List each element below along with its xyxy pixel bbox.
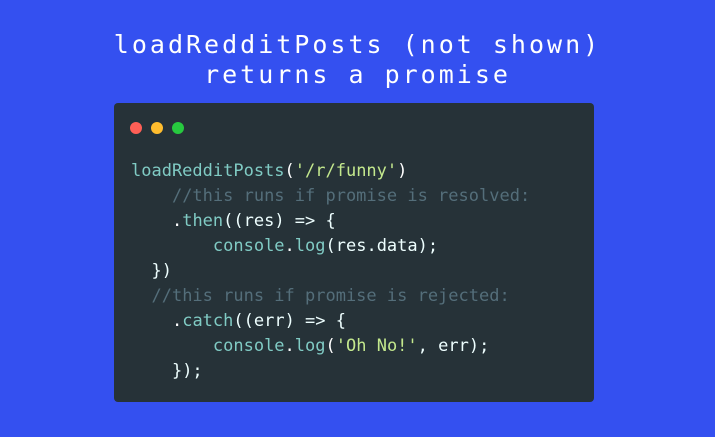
closing-braces: }) [151, 261, 172, 281]
string-literal: '/r/funny' [294, 161, 398, 181]
paren-close: ) [397, 161, 408, 181]
console-object: console [212, 236, 285, 256]
code-line-8: console.log('Oh No!', err); [131, 334, 530, 359]
log-args: (res.data); [325, 236, 439, 256]
function-name: loadRedditPosts [131, 161, 285, 181]
method-log: log [294, 336, 326, 356]
paren-open: ( [284, 161, 295, 181]
closing-braces: }); [171, 361, 203, 381]
minimize-dot-icon[interactable] [151, 122, 163, 134]
code-window: loadRedditPosts('/r/funny') //this runs … [114, 103, 594, 402]
code-line-5: }) [131, 259, 530, 284]
dot: . [171, 311, 183, 331]
headline-line-1: loadRedditPosts (not shown) [113, 30, 602, 59]
catch-args: ((err) => { [233, 311, 346, 331]
method-log: log [294, 236, 326, 256]
code-line-3: .then((res) => { [131, 209, 530, 234]
paren-open: ( [325, 336, 336, 356]
code-line-6: //this runs if promise is rejected: [131, 284, 530, 309]
method-catch: catch [182, 311, 234, 331]
window-controls [130, 119, 193, 138]
code-line-1: loadRedditPosts('/r/funny') [131, 159, 530, 184]
dot: . [284, 236, 295, 256]
then-args: ((res) => { [223, 211, 336, 231]
headline-line-2: returns a promise [204, 60, 511, 89]
code-line-2: //this runs if promise is resolved: [131, 184, 530, 209]
code-block: loadRedditPosts('/r/funny') //this runs … [131, 159, 530, 384]
close-dot-icon[interactable] [130, 122, 142, 134]
code-line-7: .catch((err) => { [131, 309, 530, 334]
console-object: console [212, 336, 285, 356]
string-literal: 'Oh No!' [335, 336, 418, 356]
comment-rejected: //this runs if promise is rejected: [151, 286, 510, 306]
method-then: then [182, 211, 224, 231]
log-rest: , err); [417, 336, 490, 356]
dot: . [284, 336, 295, 356]
dot: . [171, 211, 183, 231]
maximize-dot-icon[interactable] [172, 122, 184, 134]
code-line-9: }); [131, 359, 530, 384]
headline: loadRedditPosts (not shown) returns a pr… [0, 30, 715, 90]
code-line-4: console.log(res.data); [131, 234, 530, 259]
comment-resolved: //this runs if promise is resolved: [171, 186, 531, 206]
